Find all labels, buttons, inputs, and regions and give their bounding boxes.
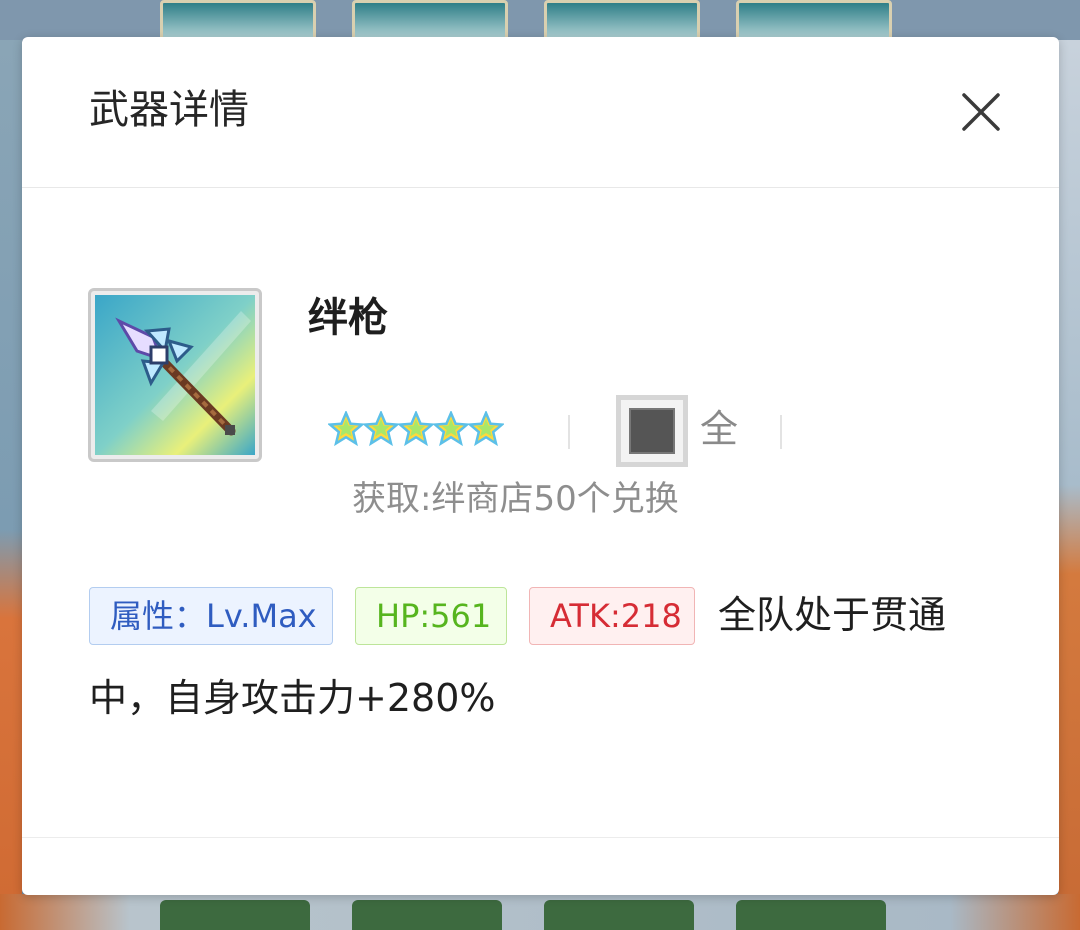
star-icon <box>468 411 504 451</box>
hp-tag: HP:561 <box>355 587 507 645</box>
weapon-name: 绊枪 <box>308 295 388 341</box>
spear-icon <box>95 295 255 455</box>
element-swatch <box>629 408 675 454</box>
background-slot <box>736 900 886 930</box>
divider <box>780 415 782 449</box>
star-icon <box>363 411 399 451</box>
close-button[interactable] <box>958 89 1004 135</box>
star-icon <box>398 411 434 451</box>
dialog-footer <box>22 837 1059 896</box>
rarity-stars <box>328 411 504 455</box>
background-slot <box>160 900 310 930</box>
weapon-image <box>88 288 262 462</box>
dialog-title: 武器详情 <box>89 87 249 133</box>
star-icon <box>433 411 469 451</box>
element-icon <box>616 395 688 467</box>
background-right-strip <box>1058 40 1080 930</box>
divider <box>568 415 570 449</box>
effect-description-line2: 中，自身攻击力+280% <box>89 676 496 720</box>
atk-tag: ATK:218 <box>529 587 695 645</box>
star-icon <box>328 411 364 451</box>
attribute-tag: 属性：Lv.Max <box>89 587 333 645</box>
effect-description-line1: 全队处于贯通 <box>718 593 947 637</box>
element-label: 全 <box>700 407 739 451</box>
source-text: 获取:绊商店50个兑换 <box>352 479 679 519</box>
background-left-strip <box>0 40 22 930</box>
close-icon <box>962 93 1000 131</box>
weapon-detail-dialog: 武器详情 绊枪 全 获取:绊商店50个兑换 属性：Lv.Max HP:561 A… <box>22 37 1059 895</box>
background-slot <box>544 900 694 930</box>
dialog-header: 武器详情 <box>22 37 1059 188</box>
background-slot <box>352 900 502 930</box>
